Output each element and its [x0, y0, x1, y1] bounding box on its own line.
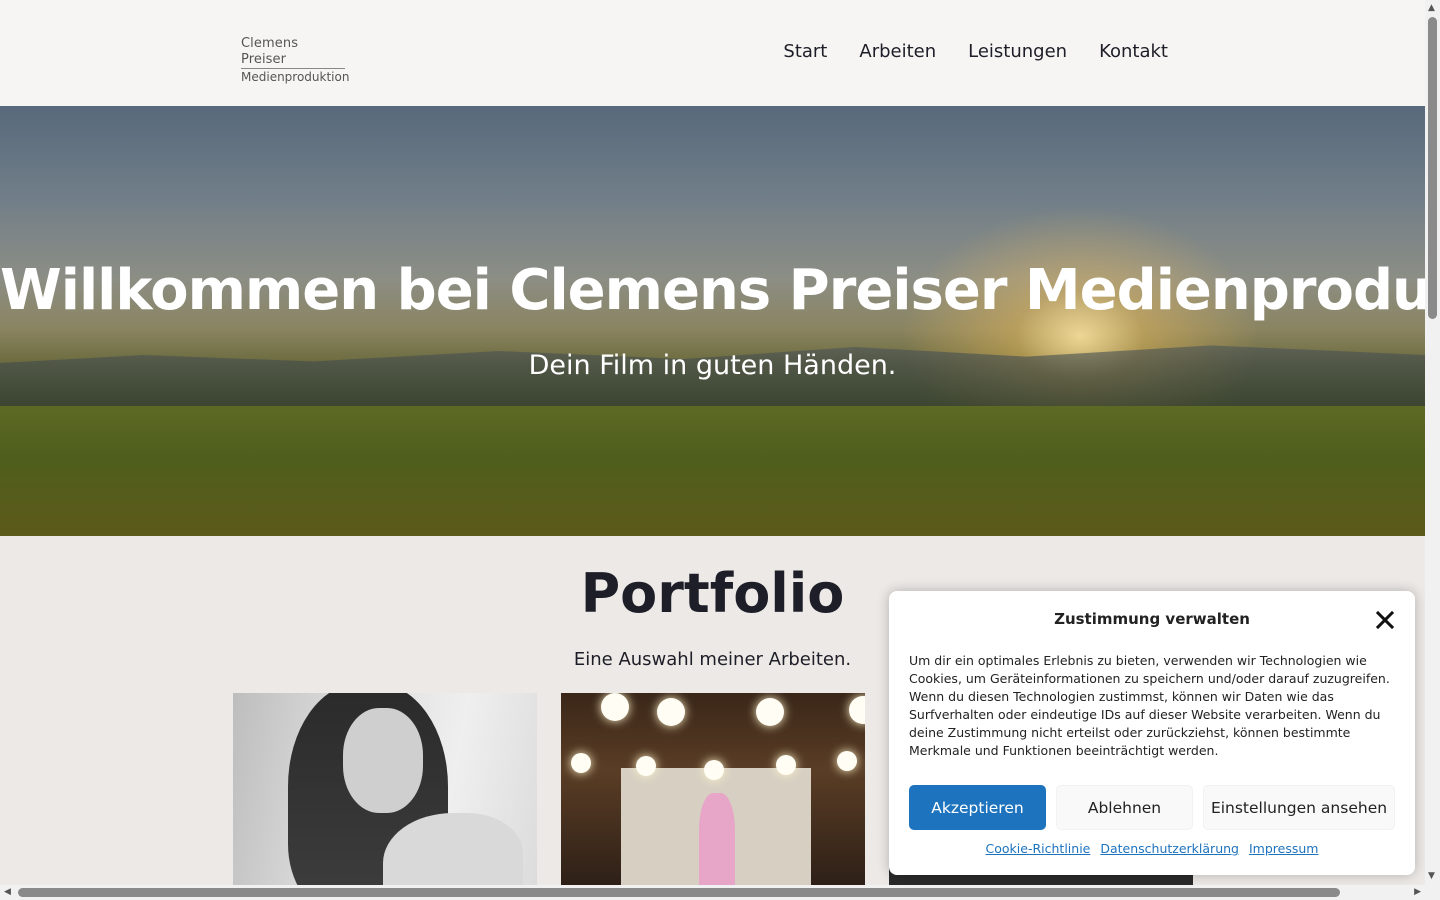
stage-lamp: [776, 755, 796, 775]
scroll-down-arrow-icon[interactable]: ▼: [1428, 872, 1435, 881]
nav-item-kontakt[interactable]: Kontakt: [1099, 41, 1168, 63]
stage-lamp: [837, 751, 857, 771]
portfolio-thumbnail-portrait[interactable]: [233, 693, 537, 885]
scroll-right-arrow-icon[interactable]: ▶: [1414, 887, 1421, 897]
vertical-scroll-thumb[interactable]: [1428, 17, 1437, 319]
stage-performer: [699, 793, 735, 885]
site-header: Clemens Preiser Medienproduktion Start A…: [0, 0, 1425, 106]
cookie-links: Cookie-Richtlinie Datenschutzerklärung I…: [889, 841, 1415, 856]
vertical-scrollbar[interactable]: ▲ ▼: [1425, 0, 1440, 885]
close-icon[interactable]: [1375, 610, 1395, 630]
portrait-face: [343, 708, 423, 813]
stage-lamp: [657, 698, 685, 726]
stage-lamp: [849, 696, 865, 724]
scroll-up-arrow-icon[interactable]: ▲: [1428, 4, 1435, 13]
stage-lamp: [601, 693, 629, 721]
nav-item-arbeiten[interactable]: Arbeiten: [859, 41, 936, 63]
main-nav: Start Arbeiten Leistungen Kontakt: [783, 41, 1168, 63]
logo-line-2: Medienproduktion: [241, 70, 350, 84]
logo-line-1: Clemens Preiser: [241, 36, 299, 67]
cookie-dialog-text: Um dir ein optimales Erlebnis zu bieten,…: [909, 653, 1390, 758]
scroll-left-arrow-icon[interactable]: ◀: [4, 887, 11, 897]
hero-subtitle: Dein Film in guten Händen.: [528, 350, 897, 381]
hero-title: Willkommen bei Clemens Preiser Medienpro…: [0, 258, 1425, 323]
privacy-policy-link[interactable]: Datenschutzerklärung: [1100, 841, 1239, 856]
stage-lamp: [636, 756, 656, 776]
site-logo[interactable]: Clemens Preiser Medienproduktion: [241, 36, 350, 85]
deny-button[interactable]: Ablehnen: [1056, 785, 1193, 830]
hero-field: [0, 406, 1425, 536]
cookie-dialog-title: Zustimmung verwalten: [1054, 610, 1250, 628]
cookie-policy-link[interactable]: Cookie-Richtlinie: [986, 841, 1091, 856]
accept-button[interactable]: Akzeptieren: [909, 785, 1046, 830]
horizontal-scroll-thumb[interactable]: [18, 888, 1340, 897]
stage-lamp: [704, 760, 724, 780]
view-settings-button[interactable]: Einstellungen ansehen: [1203, 785, 1395, 830]
scrollbar-corner: [1425, 885, 1440, 900]
stage-lamp: [571, 753, 591, 773]
imprint-link[interactable]: Impressum: [1249, 841, 1318, 856]
portfolio-thumbnail-stage[interactable]: [561, 693, 865, 885]
cookie-consent-dialog: Zustimmung verwalten Um dir ein optimale…: [889, 591, 1415, 875]
nav-item-start[interactable]: Start: [783, 41, 827, 63]
stage-lamp: [756, 698, 784, 726]
horizontal-scrollbar[interactable]: ◀ ▶: [0, 885, 1425, 900]
hero-section: Willkommen bei Clemens Preiser Medienpro…: [0, 106, 1425, 536]
nav-item-leistungen[interactable]: Leistungen: [968, 41, 1067, 63]
